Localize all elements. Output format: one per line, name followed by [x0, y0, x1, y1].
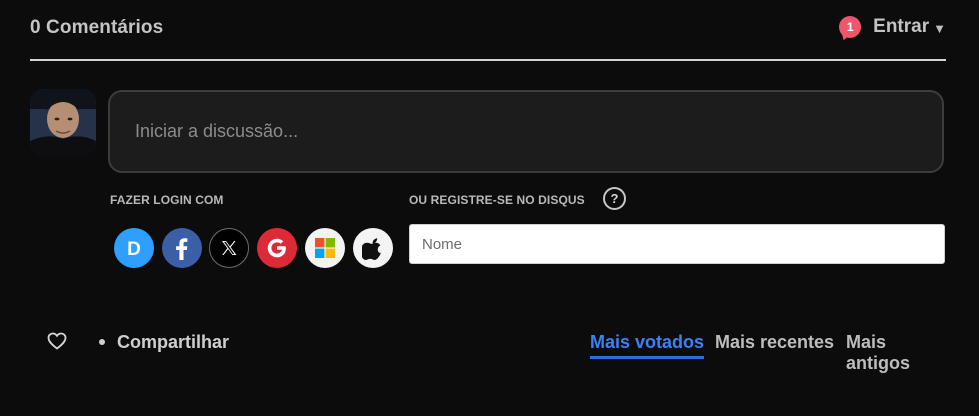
facebook-login-button[interactable] — [162, 228, 202, 268]
google-icon — [267, 238, 286, 258]
comment-input[interactable]: Iniciar a discussão... — [108, 90, 944, 173]
sort-oldest[interactable]: Mais antigos — [846, 332, 946, 374]
sort-top-voted[interactable]: Mais votados — [590, 332, 705, 359]
notification-badge[interactable]: 1 — [839, 16, 862, 38]
login-label[interactable]: Entrar — [873, 16, 929, 38]
share-button[interactable]: Compartilhar — [117, 332, 229, 353]
comment-placeholder: Iniciar a discussão... — [135, 121, 299, 141]
heart-icon[interactable] — [47, 332, 67, 355]
disqus-login-button[interactable]: D — [114, 228, 154, 268]
google-login-button[interactable] — [257, 228, 297, 268]
avatar — [30, 89, 96, 155]
svg-text:D: D — [127, 239, 141, 260]
help-icon[interactable]: ? — [603, 187, 626, 210]
microsoft-login-button[interactable] — [305, 228, 345, 268]
x-icon — [222, 241, 237, 255]
separator-dot — [99, 339, 105, 345]
comments-footer: Compartilhar Mais votados Mais recentes … — [30, 320, 946, 373]
facebook-icon — [176, 238, 188, 260]
login-menu[interactable]: 1 Entrar ▼ — [839, 16, 946, 38]
chevron-down-icon[interactable]: ▼ — [933, 21, 946, 36]
apple-icon — [362, 238, 381, 260]
microsoft-icon — [315, 238, 335, 258]
comments-header: 0 Comentários 1 Entrar ▼ — [30, 0, 946, 61]
login-with-label: FAZER LOGIN COM — [110, 193, 224, 207]
name-field[interactable] — [409, 224, 945, 264]
sort-newest[interactable]: Mais recentes — [715, 332, 834, 353]
x-login-button[interactable] — [209, 228, 249, 268]
register-label: OU REGISTRE-SE NO DISQUS — [409, 193, 585, 207]
apple-login-button[interactable] — [353, 228, 393, 268]
disqus-icon: D — [123, 237, 144, 262]
comment-count: 0 Comentários — [30, 17, 164, 38]
